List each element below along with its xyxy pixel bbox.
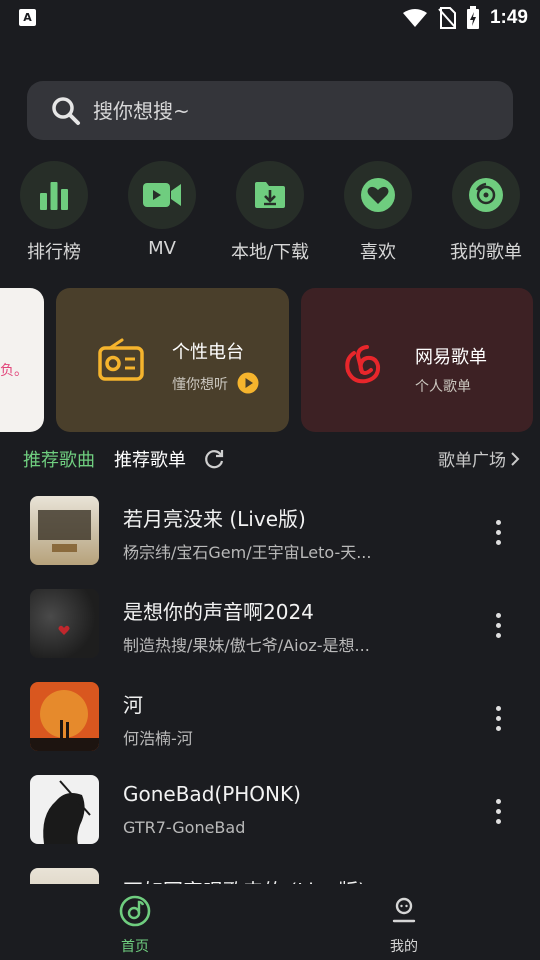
wifi-icon — [402, 9, 427, 27]
bottom-nav: 首页 我的 — [0, 884, 540, 960]
app-notification-icon: A — [19, 9, 36, 26]
bar-chart-icon — [40, 182, 68, 210]
no-sim-icon — [438, 7, 456, 29]
playlist-plaza-label: 歌单广场 — [438, 451, 506, 471]
banner-card-partial[interactable]: 自负。 — [0, 288, 44, 432]
quick-favorite-button[interactable]: 喜欢 — [324, 161, 432, 264]
recommend-tabs: 推荐歌曲 推荐歌单 歌单广场 — [0, 444, 540, 476]
heart-icon — [361, 178, 395, 212]
quick-favorite-label: 喜欢 — [360, 242, 396, 263]
play-icon[interactable] — [237, 372, 259, 394]
personal-radio-subtitle: 懂你想听 — [172, 377, 228, 393]
song-item[interactable]: 若月亮没来 (Live版) 杨宗纬/宝石Gem/王宇宙Leto-天... — [0, 494, 540, 565]
status-bar: A 1:49 — [0, 0, 540, 36]
disc-icon — [469, 178, 503, 212]
search-icon — [52, 96, 80, 125]
netease-logo-icon — [345, 345, 381, 384]
quick-my-playlist-button[interactable]: 我的歌单 — [432, 161, 540, 264]
user-icon — [392, 897, 416, 923]
song-cover — [30, 496, 99, 565]
song-artist: 杨宗纬/宝石Gem/王宇宙Leto-天... — [123, 543, 372, 562]
nav-home-label: 首页 — [121, 939, 149, 955]
feature-cards: 自负。 个性电台 懂你想听 网易歌单 个人歌单 — [0, 288, 540, 432]
nav-mine-label: 我的 — [390, 939, 418, 955]
nav-mine[interactable]: 我的 — [344, 894, 464, 956]
refresh-icon[interactable] — [203, 448, 225, 470]
tab-recommended-playlists[interactable]: 推荐歌单 — [114, 446, 186, 472]
quick-mv-label: MV — [148, 238, 176, 259]
quick-rank-button[interactable]: 排行榜 — [0, 161, 108, 264]
clock: 1:49 — [489, 7, 528, 28]
quick-local-download-label: 本地/下载 — [230, 242, 310, 263]
song-item[interactable]: GoneBad(PHONK) GTR7-GoneBad — [0, 773, 540, 844]
folder-download-icon — [255, 182, 285, 208]
song-title: 是想你的声音啊2024 — [123, 600, 314, 624]
song-artist: 制造热搜/果妹/傲七爷/Aioz-是想... — [123, 636, 370, 655]
search-bar[interactable] — [27, 81, 513, 140]
quick-local-download-button[interactable]: 本地/下载 — [216, 161, 324, 264]
quick-my-playlist-label: 我的歌单 — [450, 242, 522, 263]
song-title: GoneBad(PHONK) — [123, 782, 301, 806]
song-artist: 何浩楠-河 — [123, 729, 193, 748]
more-options-icon[interactable] — [484, 512, 512, 552]
song-cover — [30, 682, 99, 751]
song-item[interactable]: 河 何浩楠-河 — [0, 680, 540, 751]
song-artist: GTR7-GoneBad — [123, 818, 246, 837]
playlist-plaza-link[interactable]: 歌单广场 — [438, 446, 520, 471]
song-title: 不如回家唱歌来的 (Live版) — [123, 875, 366, 884]
song-cover — [30, 775, 99, 844]
quick-rank-label: 排行榜 — [27, 242, 81, 263]
netease-playlist-card[interactable]: 网易歌单 个人歌单 — [301, 288, 533, 432]
more-options-icon[interactable] — [484, 605, 512, 645]
personal-radio-title: 个性电台 — [172, 342, 244, 363]
nav-home[interactable]: 首页 — [75, 894, 195, 956]
song-title: 若月亮没来 (Live版) — [123, 507, 306, 531]
netease-playlist-title: 网易歌单 — [415, 347, 487, 368]
song-item[interactable]: 是想你的声音啊2024 制造热搜/果妹/傲七爷/Aioz-是想... — [0, 587, 540, 658]
banner-card-text: 自负。 — [0, 363, 28, 379]
chevron-right-icon — [511, 451, 520, 466]
home-disc-icon — [119, 895, 151, 927]
song-cover — [30, 589, 99, 658]
search-input[interactable] — [93, 98, 473, 123]
radio-icon — [98, 338, 144, 381]
quick-actions: 排行榜 MV 本地/下载 喜欢 我的歌单 — [0, 161, 540, 264]
song-list: 若月亮没来 (Live版) 杨宗纬/宝石Gem/王宇宙Leto-天... 是想你… — [0, 494, 540, 884]
song-title: 河 — [123, 693, 143, 717]
song-cover — [30, 868, 99, 884]
netease-playlist-subtitle: 个人歌单 — [415, 379, 471, 395]
quick-mv-button[interactable]: MV — [108, 161, 216, 259]
battery-charging-icon — [466, 6, 479, 29]
more-options-icon[interactable] — [484, 698, 512, 738]
more-options-icon[interactable] — [484, 791, 512, 831]
personal-radio-card[interactable]: 个性电台 懂你想听 — [56, 288, 289, 432]
video-camera-icon — [143, 183, 181, 207]
tab-recommended-songs[interactable]: 推荐歌曲 — [23, 446, 95, 472]
song-item[interactable]: 不如回家唱歌来的 (Live版) — [0, 866, 540, 884]
